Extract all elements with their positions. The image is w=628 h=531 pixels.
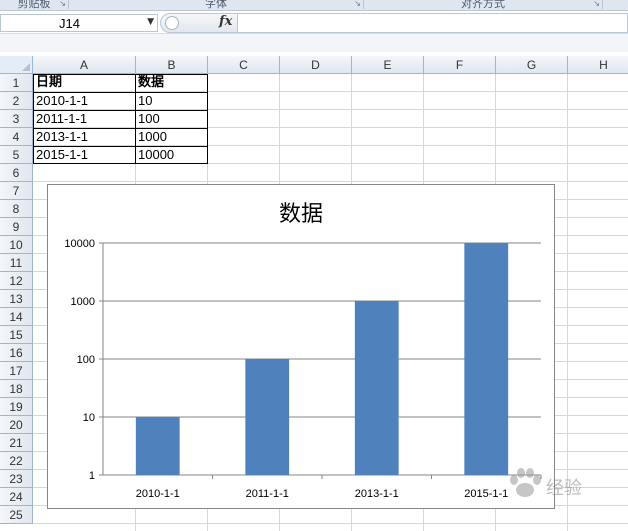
ribbon-group-labels: 剪贴板 ↘ 字体 ↘ 对齐方式 ↘ [0,0,628,11]
chevron-down-icon[interactable]: ▼ [147,17,154,27]
gridline [567,74,568,531]
ribbon-group-alignment: 对齐方式 ↘ [364,0,603,10]
gridline [33,523,628,524]
row-header[interactable]: 25 [0,506,33,524]
table-cell-date[interactable]: 2013-1-1 [34,128,135,146]
row-header[interactable]: 7 [0,182,33,200]
dialog-launcher-icon[interactable]: ↘ [593,0,600,8]
dialog-launcher-icon[interactable]: ↘ [59,0,66,8]
ribbon-group-font: 字体 ↘ [69,0,364,10]
column-header-e[interactable]: E [352,56,424,74]
name-box[interactable]: J14 ▼ [0,14,158,32]
table-cell-date[interactable]: 2015-1-1 [34,146,135,164]
select-all-button[interactable] [0,56,33,74]
x-tick-label: 2011-1-1 [246,488,289,500]
row-header[interactable]: 2 [0,92,33,110]
column-header-g[interactable]: G [496,56,568,74]
formula-bar-buttons: fx [160,13,238,33]
formula-bar-expanded-area [0,33,628,52]
formula-bar-resize-handle[interactable] [165,16,179,30]
paw-logo-icon [510,468,541,497]
bar [135,417,180,475]
column-header-d[interactable]: D [280,56,352,74]
dialog-launcher-icon[interactable]: ↘ [354,0,361,8]
table-cell-date[interactable]: 2011-1-1 [34,110,135,128]
column-header-c[interactable]: C [208,56,280,74]
row-header[interactable]: 3 [0,110,33,128]
row-header[interactable]: 22 [0,452,33,470]
row-header[interactable]: 19 [0,398,33,416]
row-header[interactable]: 18 [0,380,33,398]
insert-function-icon[interactable]: fx [219,14,232,29]
row-header[interactable]: 20 [0,416,33,434]
row-header[interactable]: 12 [0,272,33,290]
table-border [33,128,208,129]
column-header-a[interactable]: A [33,56,136,74]
table-border [33,92,208,93]
table-cell-value[interactable]: 100 [136,110,207,128]
column-header-h[interactable]: H [568,56,628,74]
chart-title: 数据 [279,202,323,227]
bar [354,301,399,475]
x-tick-label: 2013-1-1 [355,488,399,500]
row-header[interactable]: 10 [0,236,33,254]
x-tick-label: 2015-1-1 [464,488,508,500]
y-tick-label: 100 [77,354,95,366]
y-tick-label: 1 [89,470,95,482]
table-header-data[interactable]: 数据 [136,74,207,92]
table-cell-value[interactable]: 10000 [136,146,207,164]
row-header[interactable]: 4 [0,128,33,146]
row-header[interactable]: 21 [0,434,33,452]
table-cell-value[interactable]: 10 [136,92,207,110]
watermark: 经验 [506,466,616,506]
x-tick-label: 2010-1-1 [136,488,180,500]
column-header-b[interactable]: B [136,56,208,74]
chart-object[interactable]: 数据 1 10 100 1000 10000 2010-1-1 2011-1-1 2013-1-… [47,184,555,509]
bar-chart: 数据 1 10 100 1000 10000 2010-1-1 2011-1-1 2013-1-… [64,202,542,500]
row-header[interactable]: 24 [0,488,33,506]
table-border [33,146,208,147]
y-tick-label: 10 [83,412,95,424]
table-border [135,74,136,164]
row-header[interactable]: 15 [0,326,33,344]
row-header[interactable]: 23 [0,470,33,488]
row-header[interactable]: 17 [0,362,33,380]
row-header[interactable]: 1 [0,74,33,92]
watermark-text: 经验 [546,478,582,499]
row-header[interactable]: 14 [0,308,33,326]
ribbon-group-label: 剪贴板 [17,0,51,10]
ribbon-group-clipboard: 剪贴板 ↘ [0,0,69,10]
table-header-date[interactable]: 日期 [34,74,135,92]
row-header[interactable]: 13 [0,290,33,308]
bar [245,359,290,475]
column-header-f[interactable]: F [424,56,496,74]
table-cell-date[interactable]: 2010-1-1 [34,92,135,110]
bar [464,243,509,475]
name-box-value: J14 [59,16,80,31]
row-header[interactable]: 11 [0,254,33,272]
row-header[interactable]: 16 [0,344,33,362]
table-cell-value[interactable]: 1000 [136,128,207,146]
table-border [33,110,208,111]
y-tick-label: 10000 [64,238,95,250]
y-tick-label: 1000 [71,296,95,308]
gridline [33,181,628,182]
formula-input[interactable] [238,13,628,33]
row-header[interactable]: 8 [0,200,33,218]
formula-bar: J14 ▼ fx [0,11,628,52]
row-header[interactable]: 9 [0,218,33,236]
row-header[interactable]: 5 [0,146,33,164]
row-header[interactable]: 6 [0,164,33,182]
ribbon-group-label: 对齐方式 [461,0,505,10]
ribbon-group-label: 字体 [205,0,227,10]
